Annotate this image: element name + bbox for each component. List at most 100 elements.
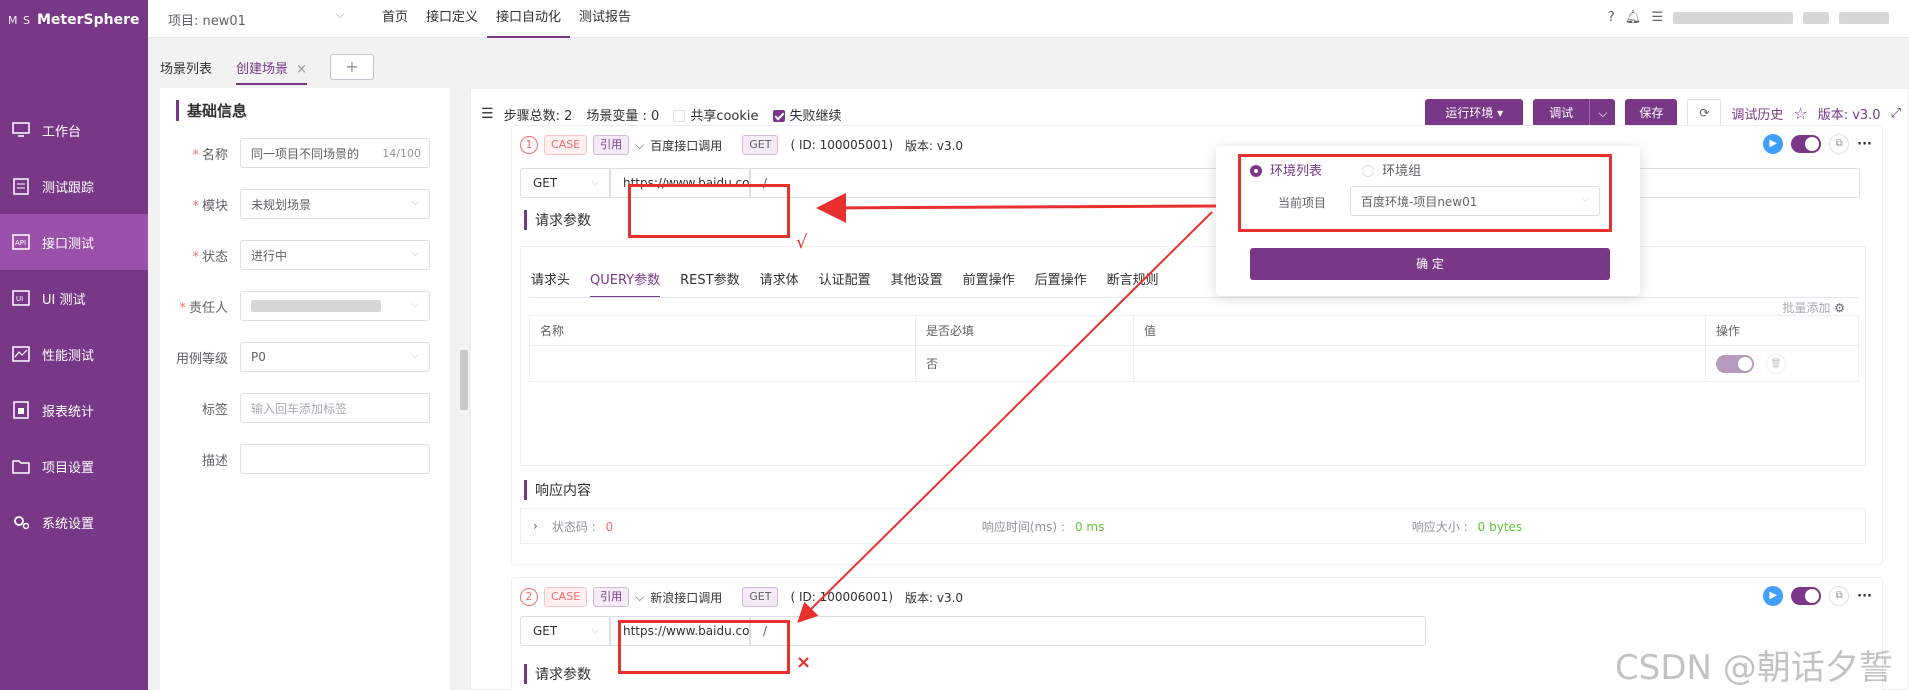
- chevron-down-icon[interactable]: ⌵: [635, 590, 644, 605]
- param-required-cell[interactable]: 否: [915, 345, 1134, 382]
- sidebar-item-label: 工作台: [42, 124, 82, 140]
- batch-add-link[interactable]: 批量添加 ⚙: [1782, 299, 1845, 316]
- tab-assertions[interactable]: 断言规则: [1107, 269, 1159, 298]
- debug-history-link[interactable]: 调试历史: [1731, 104, 1783, 123]
- chevron-down-icon[interactable]: ⌵: [336, 8, 344, 22]
- share-cookie-checkbox[interactable]: 共享cookie: [673, 105, 759, 124]
- owner-label: * 责任人: [179, 300, 228, 316]
- level-value: P0: [251, 350, 266, 364]
- top-menu-test-report[interactable]: 测试报告: [570, 0, 640, 38]
- level-select[interactable]: P0 ⌵: [240, 342, 430, 372]
- save-button[interactable]: 保存: [1625, 99, 1678, 127]
- module-select[interactable]: 未规划场景 ⌵: [240, 189, 430, 219]
- status-select[interactable]: 进行中 ⌵: [240, 240, 430, 270]
- status-value: 进行中: [251, 248, 288, 263]
- tasks-icon[interactable]: ☰: [1651, 10, 1663, 25]
- copy-icon[interactable]: ⧉: [1829, 134, 1850, 154]
- bell-icon[interactable]: 🔔︎: [1625, 10, 1642, 25]
- annotation-box-env: [1238, 154, 1612, 232]
- close-icon[interactable]: ×: [296, 62, 307, 77]
- tab-headers[interactable]: 请求头: [531, 269, 570, 298]
- sidebar-item-ui-test[interactable]: UI UI 测试: [0, 270, 148, 326]
- scenario-variables[interactable]: 场景变量 : 0: [586, 105, 659, 124]
- chevron-down-icon[interactable]: ⌵: [635, 138, 644, 153]
- more-icon[interactable]: ···: [1857, 137, 1872, 152]
- description-textarea[interactable]: [240, 444, 430, 474]
- star-icon[interactable]: ☆: [1793, 104, 1807, 123]
- method-value: GET: [533, 176, 558, 190]
- col-required: 是否必填: [915, 315, 1134, 346]
- sidebar-item-label: 系统设置: [42, 516, 95, 532]
- param-value-cell[interactable]: [1133, 345, 1706, 382]
- step-enable-switch[interactable]: [1791, 135, 1822, 153]
- workspace-info-blurred[interactable]: [1839, 11, 1889, 24]
- sidebar-item-label: 报表统计: [42, 404, 95, 420]
- sidebar-item-workbench[interactable]: 工作台: [0, 102, 148, 158]
- owner-select[interactable]: ⌵: [240, 291, 430, 321]
- tag-input[interactable]: 输入回车添加标签: [240, 393, 430, 423]
- project-selector[interactable]: 项目: new01: [168, 10, 246, 29]
- tab-auth[interactable]: 认证配置: [819, 269, 871, 298]
- trash-icon[interactable]: 🗑︎: [1765, 353, 1786, 374]
- add-tab-button[interactable]: +: [330, 54, 374, 80]
- col-actions: 操作: [1705, 315, 1859, 346]
- step-enable-switch[interactable]: [1791, 587, 1822, 605]
- confirm-button[interactable]: 确 定: [1250, 248, 1610, 280]
- debug-button[interactable]: 调试 ⌵: [1533, 99, 1616, 127]
- form-row-name: * 名称 同一项目不同场景的 14/100: [160, 138, 450, 168]
- fullscreen-icon[interactable]: ⤢: [1891, 106, 1901, 121]
- tab-create-scenario[interactable]: 创建场景 ×: [236, 58, 308, 85]
- step-version: 版本: v3.0: [905, 138, 964, 153]
- copy-icon[interactable]: ⧉: [1829, 586, 1850, 606]
- tab-rest[interactable]: REST参数: [680, 269, 739, 298]
- help-icon[interactable]: ?: [1608, 10, 1615, 25]
- check-mark: √: [796, 232, 808, 253]
- panel-splitter[interactable]: [460, 350, 468, 410]
- tab-query[interactable]: QUERY参数: [590, 269, 661, 298]
- fail-continue-checkbox[interactable]: 失败继续: [772, 105, 842, 124]
- sidebar-item-reports[interactable]: 报表统计: [0, 382, 148, 438]
- play-icon[interactable]: ▶: [1763, 586, 1784, 606]
- param-name-cell[interactable]: [529, 345, 916, 382]
- chevron-down-icon: ⌵: [411, 197, 419, 208]
- refresh-button[interactable]: ⟳: [1687, 99, 1722, 127]
- path-input[interactable]: /: [750, 616, 1426, 646]
- tab-scenario-list[interactable]: 场景列表: [160, 58, 212, 77]
- tab-body[interactable]: 请求体: [760, 269, 799, 298]
- refresh-icon: ⟳: [1699, 106, 1710, 120]
- more-icon[interactable]: ···: [1857, 589, 1872, 604]
- play-icon[interactable]: ▶: [1763, 134, 1784, 154]
- menu-icon[interactable]: ☰: [481, 106, 494, 122]
- tab-pre-ops[interactable]: 前置操作: [963, 269, 1015, 298]
- top-menu-api-automation[interactable]: 接口自动化: [487, 0, 571, 38]
- name-input[interactable]: 同一项目不同场景的 14/100: [240, 138, 430, 168]
- method-select[interactable]: GET ⌵: [520, 168, 610, 198]
- case-tag: CASE: [544, 587, 588, 607]
- sidebar-item-performance[interactable]: 性能测试: [0, 326, 148, 382]
- param-enable-switch[interactable]: [1716, 354, 1754, 373]
- request-params-title: 请求参数: [524, 664, 591, 684]
- sidebar-item-label: 接口测试: [42, 236, 95, 252]
- api-icon: API: [10, 232, 32, 252]
- sidebar-item-project-settings[interactable]: 项目设置: [0, 438, 148, 494]
- run-env-button[interactable]: 运行环境 ▾: [1425, 99, 1524, 127]
- version-label[interactable]: 版本: v3.0: [1818, 104, 1881, 123]
- top-menu-home[interactable]: 首页: [373, 0, 417, 38]
- clipboard-icon: [10, 176, 32, 196]
- tab-post-ops[interactable]: 后置操作: [1035, 269, 1087, 298]
- sidebar: M S MeterSphere 工作台 测试跟踪 API 接口测试 UI UI …: [0, 0, 148, 690]
- top-menu-api-definition[interactable]: 接口定义: [417, 0, 487, 38]
- app-logo[interactable]: M S MeterSphere: [0, 0, 148, 40]
- tab-other-settings[interactable]: 其他设置: [891, 269, 943, 298]
- chevron-right-icon[interactable]: ›: [533, 519, 538, 533]
- sidebar-item-system-settings[interactable]: 系统设置: [0, 494, 148, 550]
- method-select[interactable]: GET ⌵: [520, 616, 610, 646]
- table-header-row: 名称 是否必填 值 操作: [529, 315, 1859, 346]
- query-params-table: 名称 是否必填 值 操作 否 🗑︎: [529, 315, 1859, 382]
- chevron-down-icon[interactable]: ⌵: [1590, 99, 1615, 127]
- step-operations: ▶ ⧉ ···: [1763, 586, 1872, 606]
- step-index: 1: [520, 136, 538, 154]
- sidebar-item-api-test[interactable]: API 接口测试: [0, 214, 148, 270]
- name-value: 同一项目不同场景的: [251, 146, 360, 161]
- sidebar-item-test-track[interactable]: 测试跟踪: [0, 158, 148, 214]
